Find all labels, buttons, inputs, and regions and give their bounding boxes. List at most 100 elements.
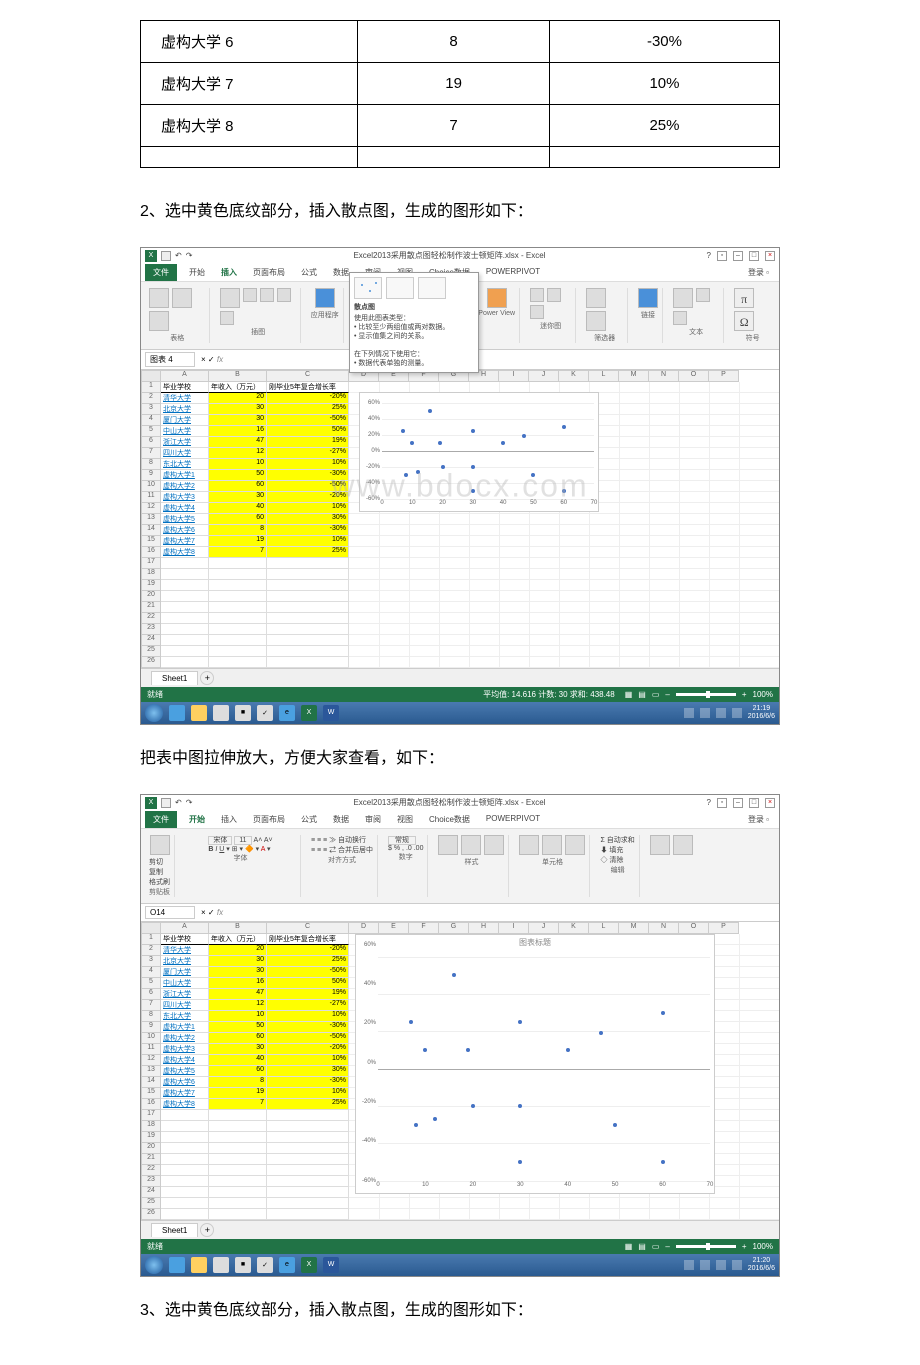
wordart-icon[interactable]: [673, 311, 687, 325]
cell[interactable]: 刚毕业5年复合增长率: [267, 382, 349, 393]
clock[interactable]: 21:192016/6/6: [748, 705, 775, 720]
cell[interactable]: 10%: [267, 1055, 349, 1066]
cell[interactable]: [267, 1143, 349, 1154]
cell[interactable]: 虚构大学3: [161, 1044, 209, 1055]
data-point[interactable]: [518, 1160, 522, 1164]
cell[interactable]: 19: [209, 536, 267, 547]
zoom-in-button[interactable]: +: [742, 1242, 747, 1251]
cell[interactable]: 中山大学: [161, 978, 209, 989]
data-point[interactable]: [562, 425, 566, 429]
row-header[interactable]: 1: [141, 382, 161, 393]
col-header[interactable]: M: [619, 370, 649, 382]
cell[interactable]: [267, 602, 349, 613]
cell[interactable]: 12: [209, 448, 267, 459]
cell[interactable]: 7: [209, 547, 267, 558]
cell[interactable]: 虚构大学5: [161, 514, 209, 525]
cell[interactable]: 10%: [267, 1011, 349, 1022]
row-header[interactable]: 4: [141, 415, 161, 426]
zoom-out-button[interactable]: –: [665, 1242, 669, 1251]
file-tab[interactable]: 文件: [145, 264, 177, 281]
cell[interactable]: 虚构大学8: [161, 547, 209, 558]
cell[interactable]: [161, 569, 209, 580]
cell[interactable]: [161, 646, 209, 657]
cell[interactable]: 清华大学: [161, 945, 209, 956]
row-header[interactable]: 9: [141, 1022, 161, 1033]
cell[interactable]: [161, 1110, 209, 1121]
ribbon-tab[interactable]: 插入: [217, 811, 241, 828]
help-icon[interactable]: ?: [707, 251, 711, 261]
ribbon-tab[interactable]: POWERPIVOT: [482, 264, 544, 281]
ribbon-tab[interactable]: 开始: [185, 264, 209, 281]
cell[interactable]: [267, 591, 349, 602]
add-sheet-button[interactable]: +: [200, 1223, 214, 1237]
cell[interactable]: 虚构大学6: [161, 1077, 209, 1088]
cell[interactable]: [209, 591, 267, 602]
data-point[interactable]: [471, 429, 475, 433]
ribbon-tab[interactable]: 公式: [297, 811, 321, 828]
row-header[interactable]: 7: [141, 448, 161, 459]
zoom-out-button[interactable]: –: [665, 690, 669, 699]
media-icon[interactable]: [213, 705, 229, 721]
tray-icon[interactable]: [700, 1260, 710, 1270]
cell[interactable]: 30%: [267, 514, 349, 525]
row-header[interactable]: 21: [141, 1154, 161, 1165]
paste-button[interactable]: [150, 835, 170, 855]
data-point[interactable]: [471, 465, 475, 469]
col-header[interactable]: I: [499, 370, 529, 382]
format-cells-button[interactable]: [565, 835, 585, 855]
row-header[interactable]: 26: [141, 1209, 161, 1220]
cell[interactable]: 12: [209, 1000, 267, 1011]
row-header[interactable]: 19: [141, 1132, 161, 1143]
select-all-corner[interactable]: [141, 922, 161, 934]
cell[interactable]: 60: [209, 1066, 267, 1077]
cell[interactable]: [209, 1209, 267, 1220]
scatter-option-icon[interactable]: [418, 277, 446, 299]
cell[interactable]: [267, 613, 349, 624]
cell[interactable]: 30: [209, 967, 267, 978]
scatter-chart[interactable]: 60%40%20%0%-20%-40%-60%010203040506070: [359, 392, 599, 512]
cell[interactable]: 10: [209, 1011, 267, 1022]
media-icon[interactable]: [213, 1257, 229, 1273]
ribbon-tab[interactable]: 开始: [185, 811, 209, 828]
col-header[interactable]: B: [209, 370, 267, 382]
data-point[interactable]: [518, 1104, 522, 1108]
cell[interactable]: 毕业学校: [161, 934, 209, 945]
save-icon[interactable]: [161, 798, 171, 808]
cell[interactable]: -30%: [267, 1077, 349, 1088]
cell[interactable]: 60: [209, 481, 267, 492]
explorer-icon[interactable]: [191, 1257, 207, 1273]
fx-icon[interactable]: fx: [217, 355, 223, 364]
cell[interactable]: 30: [209, 956, 267, 967]
cell[interactable]: 10%: [267, 459, 349, 470]
row-header[interactable]: 5: [141, 978, 161, 989]
cell[interactable]: [267, 1154, 349, 1165]
cond-format-button[interactable]: [438, 835, 458, 855]
cell[interactable]: [267, 1165, 349, 1176]
data-point[interactable]: [518, 1020, 522, 1024]
row-header[interactable]: 17: [141, 558, 161, 569]
cell[interactable]: 30: [209, 404, 267, 415]
app-icon[interactable]: ✓: [257, 705, 273, 721]
cancel-icon[interactable]: ×: [201, 908, 206, 917]
font-name-combo[interactable]: 宋体: [208, 836, 232, 845]
cell[interactable]: -30%: [267, 470, 349, 481]
enter-icon[interactable]: ✓: [208, 908, 215, 917]
zoom-in-button[interactable]: +: [742, 690, 747, 699]
col-header[interactable]: O: [679, 922, 709, 934]
zoom-level[interactable]: 100%: [753, 690, 773, 699]
col-header[interactable]: J: [529, 922, 559, 934]
cell[interactable]: [161, 558, 209, 569]
row-header[interactable]: 10: [141, 1033, 161, 1044]
cell[interactable]: -50%: [267, 481, 349, 492]
col-header[interactable]: P: [709, 922, 739, 934]
data-point[interactable]: [599, 1031, 603, 1035]
redo-icon[interactable]: ↷: [186, 251, 193, 260]
account-link[interactable]: 登录 ▫: [742, 811, 775, 828]
ie-icon[interactable]: [169, 705, 185, 721]
col-header[interactable]: K: [559, 922, 589, 934]
cell[interactable]: 19%: [267, 437, 349, 448]
cell[interactable]: [267, 1110, 349, 1121]
col-header[interactable]: M: [619, 922, 649, 934]
word-taskbar-icon[interactable]: W: [323, 1257, 339, 1273]
cell[interactable]: [267, 1176, 349, 1187]
